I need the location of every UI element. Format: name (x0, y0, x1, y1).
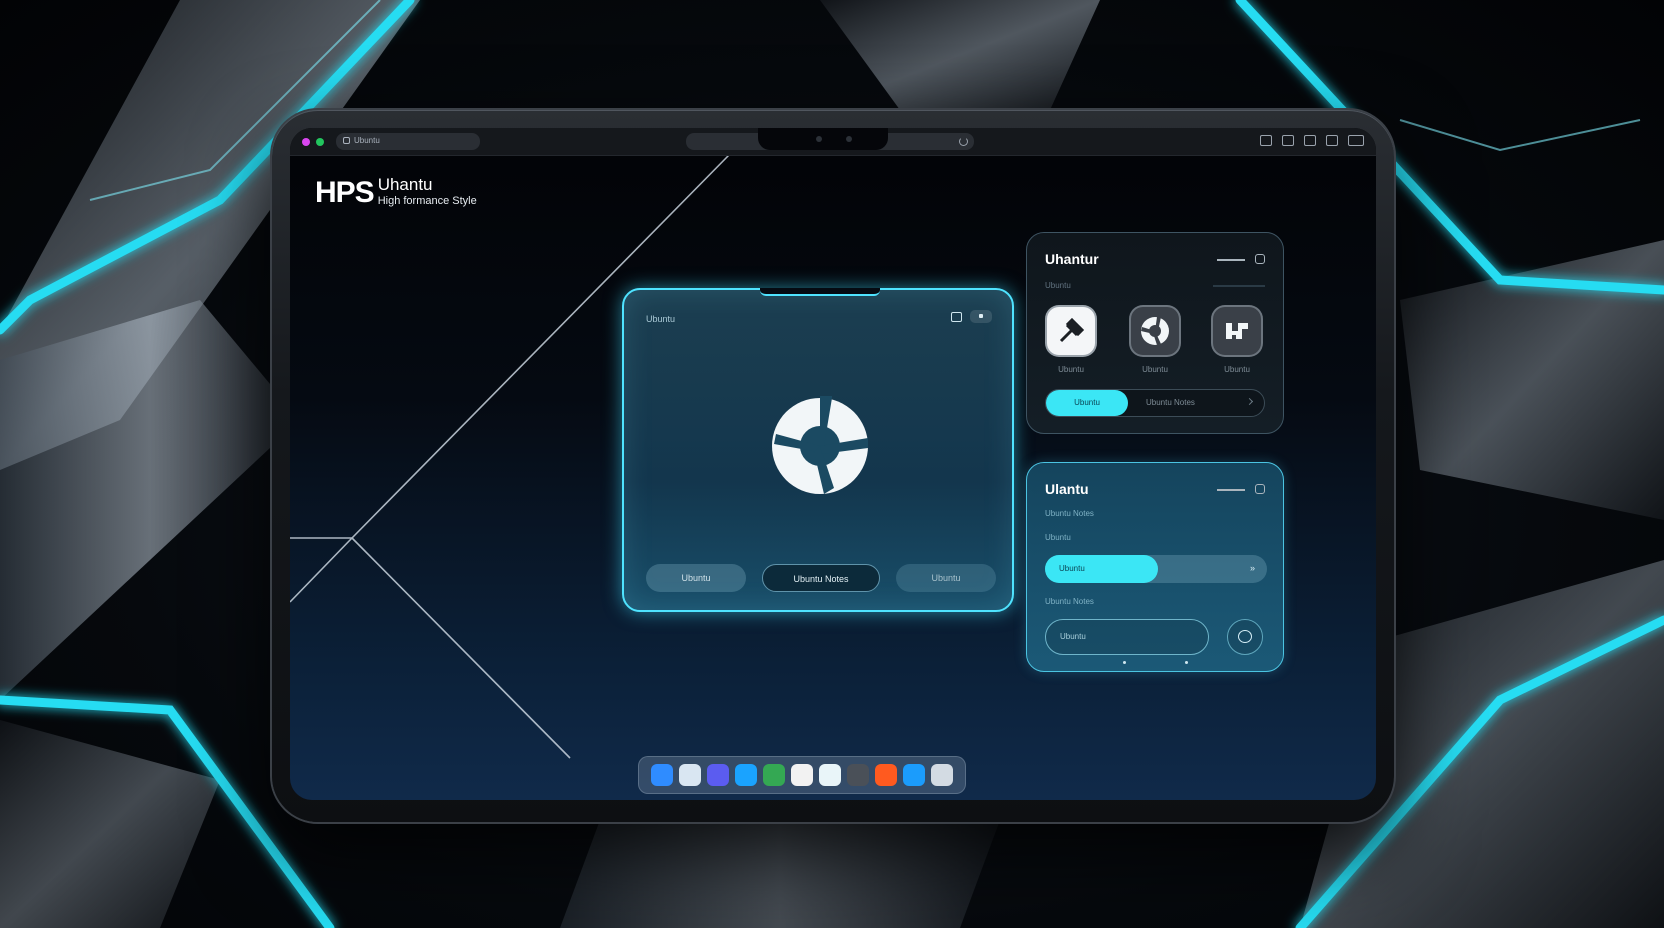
right-button[interactable]: Ubuntu (896, 564, 996, 592)
maximize-icon[interactable] (1255, 254, 1265, 264)
chat-bubble-icon[interactable] (1227, 619, 1263, 655)
pin-icon[interactable] (1047, 307, 1095, 355)
brand-name: Uhantu (377, 175, 433, 194)
sensor-dot-icon (846, 136, 852, 142)
tablet-screen: Ubuntu HPS Uhantu High formance Style Ub… (290, 128, 1376, 800)
camera-dot-icon (816, 136, 822, 142)
grid-blocks-icon[interactable] (1213, 307, 1261, 355)
maps-icon[interactable] (819, 764, 841, 786)
close-dot[interactable] (302, 138, 310, 146)
settings-panel: Ulantu Ubuntu Notes Ubuntu Ubuntu » Ubun… (1026, 462, 1284, 672)
window-icon[interactable] (1326, 135, 1338, 146)
app-label: Ubuntu (1224, 365, 1250, 374)
files-icon[interactable] (679, 764, 701, 786)
grid-icon[interactable] (1260, 135, 1272, 146)
dock (638, 756, 966, 794)
center-window: Ubuntu Ubuntu Ubuntu Notes Ubuntu (622, 288, 1014, 612)
level-slider[interactable]: Ubuntu » (1045, 555, 1267, 583)
maximize-icon[interactable] (1255, 484, 1265, 494)
page-dots (1123, 661, 1189, 664)
finder-icon[interactable] (651, 764, 673, 786)
input-caption: Ubuntu Notes (1045, 597, 1094, 606)
globe-icon[interactable] (1304, 135, 1316, 146)
minimize-icon[interactable] (1217, 259, 1245, 261)
window-title: Ubuntu (646, 314, 676, 324)
tablet-device: Ubuntu HPS Uhantu High formance Style Ub… (272, 110, 1394, 822)
divider (1213, 285, 1265, 287)
stats-icon[interactable] (931, 764, 953, 786)
panel-a-subtitle: Ubuntu (1045, 281, 1071, 290)
ubuntu-orange-icon[interactable] (875, 764, 897, 786)
maximize-dot[interactable] (316, 138, 324, 146)
text-input[interactable]: Ubuntu (1045, 619, 1209, 655)
slider-end-glyph: » (1249, 563, 1255, 573)
app-label: Ubuntu (1142, 365, 1168, 374)
app-label: Ubuntu (1058, 365, 1084, 374)
terminal-icon[interactable] (903, 764, 925, 786)
toggle-off-segment[interactable]: Ubuntu Notes (1146, 390, 1195, 416)
window-tab-notch (760, 288, 880, 296)
menu-bar: Ubuntu (290, 128, 1376, 156)
minimize-icon[interactable] (951, 312, 962, 322)
brand-mark: HPS (315, 176, 375, 209)
toggle-on-segment[interactable]: Ubuntu (1046, 390, 1128, 416)
brand-tagline: High formance Style (377, 195, 477, 207)
battery-icon[interactable] (1348, 135, 1364, 146)
safari-icon[interactable] (735, 764, 757, 786)
pen-icon[interactable] (847, 764, 869, 786)
minimize-icon[interactable] (1217, 489, 1245, 491)
slider-caption: Ubuntu (1045, 533, 1071, 542)
panel-b-subtitle: Ubuntu Notes (1045, 509, 1094, 518)
reload-icon[interactable] (959, 137, 968, 146)
page-dot[interactable] (1123, 661, 1126, 664)
panel-a-title: Uhantur (1045, 251, 1099, 267)
camera-notch (758, 128, 888, 150)
apps-panel: Uhantur Ubuntu Ubuntu Ubuntu Ubuntu Ubun… (1026, 232, 1284, 434)
feather-icon[interactable] (707, 764, 729, 786)
primary-button[interactable]: Ubuntu Notes (762, 564, 880, 592)
left-button[interactable]: Ubuntu (646, 564, 746, 592)
copy-icon[interactable] (1282, 135, 1294, 146)
brand-block: HPS Uhantu High formance Style (315, 176, 477, 210)
panel-b-title: Ulantu (1045, 481, 1089, 497)
ubuntu-logo-icon[interactable] (1131, 307, 1179, 355)
desktop-stage: Ubuntu HPS Uhantu High formance Style Ub… (0, 0, 1664, 928)
calendar-icon[interactable] (791, 764, 813, 786)
address-bar[interactable]: Ubuntu (336, 133, 480, 150)
system-tray (1260, 135, 1364, 146)
ubuntu-circle-logo-icon (772, 396, 868, 494)
address-text: Ubuntu (354, 136, 380, 145)
tab-icon (343, 137, 350, 144)
chrome-icon[interactable] (763, 764, 785, 786)
segmented-toggle[interactable]: Ubuntu Ubuntu Notes (1045, 389, 1265, 417)
page-dot[interactable] (1185, 661, 1188, 664)
chevron-right-icon (1245, 397, 1254, 406)
slider-fill[interactable]: Ubuntu (1045, 555, 1159, 583)
close-button[interactable] (970, 310, 992, 323)
